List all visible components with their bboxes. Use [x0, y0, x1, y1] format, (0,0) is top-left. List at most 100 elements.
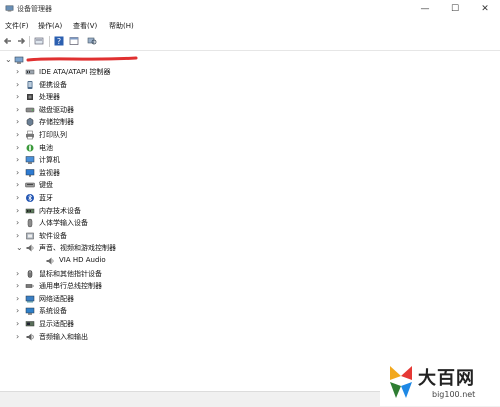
- chevron-right-icon[interactable]: ›: [16, 93, 24, 101]
- chevron-right-icon[interactable]: ›: [16, 219, 24, 227]
- chevron-right-icon[interactable]: ›: [16, 156, 24, 164]
- processor-icon: [27, 94, 33, 101]
- scan-hardware-button[interactable]: [87, 36, 97, 46]
- chevron-right-icon[interactable]: ›: [16, 68, 24, 76]
- chevron-right-icon[interactable]: ›: [16, 181, 24, 189]
- monitor-icon: [25, 169, 35, 177]
- help-button[interactable]: ?: [54, 36, 64, 46]
- tree-item-label: 处理器: [39, 93, 60, 102]
- tree-item-label: 打印队列: [39, 131, 67, 139]
- minimize-button[interactable]: —: [410, 0, 440, 18]
- svg-text:?: ?: [57, 37, 61, 46]
- chevron-right-icon[interactable]: ›: [16, 307, 24, 315]
- chevron-right-icon[interactable]: ›: [16, 118, 24, 126]
- device-manager-icon: [5, 5, 14, 12]
- tree-item-label: 音频输入和输出: [39, 332, 88, 341]
- software-device-icon: [26, 232, 34, 240]
- chevron-right-icon[interactable]: ›: [16, 194, 24, 202]
- storage-controller-icon: [26, 118, 34, 127]
- redaction-mark: [26, 56, 138, 62]
- chevron-down-icon[interactable]: ⌄: [16, 244, 24, 252]
- tree-item-label: VIA HD Audio: [59, 256, 106, 264]
- chevron-right-icon[interactable]: ›: [16, 320, 24, 328]
- menu-file[interactable]: 文件(F): [5, 21, 29, 31]
- disk-drive-icon: [25, 107, 35, 113]
- battery-icon: [26, 144, 34, 152]
- chevron-right-icon[interactable]: ›: [16, 269, 24, 278]
- chevron-right-icon[interactable]: ›: [16, 231, 24, 240]
- chevron-right-icon[interactable]: ›: [16, 80, 24, 89]
- tree-category-item[interactable]: › 通用串行总线控制器: [0, 280, 300, 292]
- tree-category-item[interactable]: › 音频输入和输出: [0, 331, 300, 343]
- tree-category-item[interactable]: › 软件设备: [0, 230, 300, 242]
- chevron-right-icon[interactable]: ›: [16, 282, 24, 290]
- tree-category-item[interactable]: › 网络适配器: [0, 293, 300, 305]
- chevron-right-icon[interactable]: ›: [16, 294, 24, 303]
- menu-help[interactable]: 帮助(H): [109, 21, 134, 31]
- watermark-logo-icon: [390, 366, 412, 398]
- tree-category-item[interactable]: › 蓝牙: [0, 192, 300, 204]
- chevron-right-icon[interactable]: ›: [16, 143, 24, 152]
- toolbar: ?: [0, 33, 500, 51]
- speaker-icon: [46, 257, 54, 265]
- tree-item-label: 网络适配器: [39, 294, 74, 303]
- tree-item-label: 电池: [39, 143, 53, 152]
- tree-category-item[interactable]: › 便携设备: [0, 79, 300, 91]
- show-hidden-button[interactable]: [69, 36, 79, 46]
- back-arrow-icon: [3, 37, 11, 45]
- tree-category-item[interactable]: ⌄ 声音、视频和游戏控制器: [0, 242, 300, 254]
- ide-controller-icon: [25, 69, 35, 75]
- view-icon: [69, 37, 79, 45]
- scan-hardware-icon: [87, 37, 97, 45]
- tree-category-item[interactable]: › 键盘: [0, 179, 300, 191]
- chevron-right-icon[interactable]: ›: [16, 206, 24, 215]
- toolbar-separator: [49, 36, 50, 47]
- tree-item-label: 存储控制器: [39, 118, 74, 127]
- chevron-right-icon[interactable]: ›: [16, 131, 24, 139]
- tree-category-item[interactable]: › 存储控制器: [0, 116, 300, 128]
- tree-category-item[interactable]: › 鼠标和其他指针设备: [0, 268, 300, 280]
- tree-category-item[interactable]: › 内存技术设备: [0, 205, 300, 217]
- tree-category-item[interactable]: › 处理器: [0, 91, 300, 103]
- watermark-url: big100.net: [432, 390, 476, 399]
- tree-item-label: 蓝牙: [39, 194, 53, 202]
- tree-item-label: 键盘: [39, 181, 53, 190]
- tree-item-label: 人体学输入设备: [39, 219, 88, 228]
- maximize-button[interactable]: ☐: [440, 0, 470, 18]
- tree-category-item[interactable]: › 人体学输入设备: [0, 217, 300, 229]
- tree-child-item[interactable]: VIA HD Audio: [0, 255, 300, 267]
- chevron-right-icon[interactable]: ›: [16, 105, 24, 114]
- computer-root-icon: [14, 56, 24, 64]
- tree-category-item[interactable]: › 计算机: [0, 154, 300, 166]
- chevron-right-icon[interactable]: ›: [16, 168, 24, 177]
- tree-item-label: 软件设备: [39, 231, 67, 240]
- chevron-down-icon[interactable]: ⌄: [5, 56, 13, 64]
- computer-icon: [25, 156, 35, 164]
- display-adapter-icon: [25, 321, 35, 327]
- watermark-name: 大百网: [418, 368, 475, 389]
- menu-action[interactable]: 操作(A): [38, 21, 62, 31]
- close-button[interactable]: ✕: [470, 0, 500, 18]
- hid-icon: [27, 218, 33, 228]
- back-button[interactable]: [3, 36, 13, 46]
- tree-item-label: 通用串行总线控制器: [39, 282, 102, 291]
- tree-category-item[interactable]: › 磁盘驱动器: [0, 104, 300, 116]
- tree-category-item[interactable]: › IDE ATA/ATAPI 控制器: [0, 66, 300, 78]
- tree-item-label: 内存技术设备: [39, 206, 81, 215]
- tree-item-label: 鼠标和其他指针设备: [39, 269, 102, 278]
- properties-button[interactable]: [34, 36, 44, 46]
- tree-item-label: 声音、视频和游戏控制器: [39, 244, 116, 253]
- tree-category-item[interactable]: › 监视器: [0, 167, 300, 179]
- tree-category-item[interactable]: › 打印队列: [0, 129, 300, 141]
- tree-category-item[interactable]: › 电池: [0, 142, 300, 154]
- system-device-icon: [25, 308, 35, 316]
- tree-category-item[interactable]: › 系统设备: [0, 305, 300, 317]
- forward-arrow-icon: [18, 37, 26, 45]
- menu-view[interactable]: 查看(V): [73, 21, 97, 31]
- tree-category-item[interactable]: › 显示适配器: [0, 318, 300, 330]
- bluetooth-icon: [26, 194, 34, 202]
- tree-item-label: 系统设备: [39, 307, 67, 316]
- forward-button[interactable]: [16, 36, 26, 46]
- chevron-right-icon[interactable]: ›: [16, 332, 24, 341]
- toolbar-separator: [29, 36, 30, 47]
